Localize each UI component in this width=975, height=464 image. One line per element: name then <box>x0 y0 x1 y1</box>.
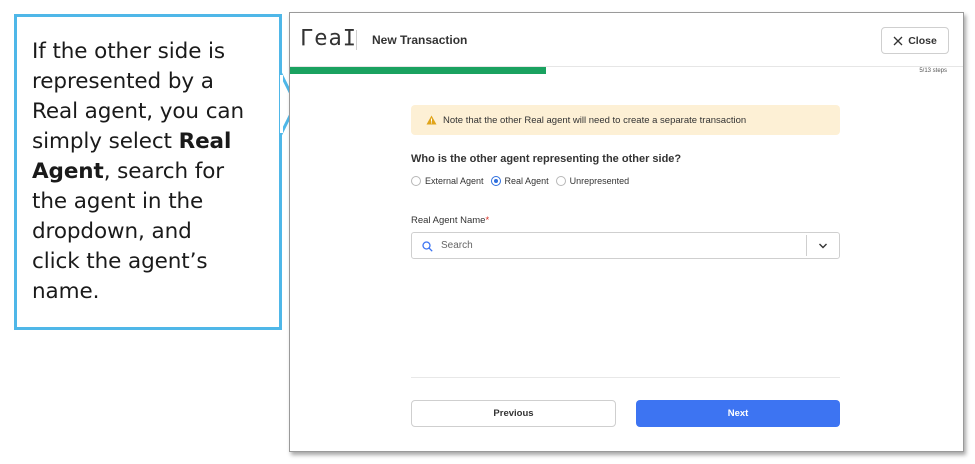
progress-fill <box>290 67 546 74</box>
callout-line: the agent in the <box>32 189 204 214</box>
real-agent-name-label: Real Agent Name* <box>411 215 489 226</box>
next-button[interactable]: Next <box>636 400 840 427</box>
search-placeholder: Search <box>441 240 473 251</box>
header-divider <box>356 30 357 50</box>
header-bar: ΓeaΙ New Transaction Close <box>290 13 963 67</box>
notice-text: Note that the other Real agent will need… <box>443 114 747 126</box>
notice-banner: Note that the other Real agent will need… <box>411 105 840 135</box>
callout-bold: Real <box>178 129 232 154</box>
callout-line: Real agent, you can <box>32 99 245 124</box>
callout-line: If the other side is <box>32 39 226 64</box>
close-icon <box>893 36 903 45</box>
footer-divider <box>411 377 840 378</box>
steps-counter: 5/13 steps <box>919 68 947 74</box>
agent-search-input[interactable]: Search <box>411 232 840 259</box>
callout-line: dropdown, and <box>32 219 192 244</box>
radio-label: Unrepresented <box>569 176 630 186</box>
close-button[interactable]: Close <box>881 27 949 54</box>
previous-button[interactable]: Previous <box>411 400 616 427</box>
radio-option-unrepresented[interactable]: Unrepresented <box>555 176 630 186</box>
callout-line: represented by a <box>32 69 214 94</box>
callout-line: name. <box>32 279 100 304</box>
agent-type-radio-group: External Agent Real Agent Unrepresented <box>411 176 636 186</box>
radio-option-real-agent[interactable]: Real Agent <box>490 176 549 186</box>
radio-label: External Agent <box>425 176 484 186</box>
page-title: New Transaction <box>372 33 468 47</box>
warning-icon <box>426 115 437 125</box>
close-label: Close <box>908 34 937 47</box>
instruction-callout: If the other side is represented by a Re… <box>14 14 282 330</box>
search-icon <box>422 241 433 252</box>
callout-text: If the other side is represented by a Re… <box>32 37 265 307</box>
field-label-text: Real Agent Name <box>411 215 486 226</box>
transaction-window: ΓeaΙ New Transaction Close 5/13 steps No… <box>289 12 964 452</box>
callout-bold: Agent <box>32 159 104 184</box>
callout-line: click the agent’s <box>32 249 208 274</box>
real-logo: ΓeaΙ <box>300 26 357 51</box>
question-label: Who is the other agent representing the … <box>411 153 682 165</box>
progress-bar <box>290 67 963 74</box>
radio-option-external-agent[interactable]: External Agent <box>411 176 484 186</box>
radio-button[interactable] <box>555 176 566 186</box>
callout-line: simply select <box>32 129 179 154</box>
chevron-down-icon[interactable] <box>818 242 828 250</box>
dropdown-separator <box>806 235 807 256</box>
radio-button[interactable] <box>411 176 421 186</box>
required-marker: * <box>485 215 490 226</box>
radio-button-selected[interactable] <box>490 176 501 186</box>
radio-label: Real Agent <box>504 176 549 186</box>
callout-line: , search for <box>103 159 224 184</box>
